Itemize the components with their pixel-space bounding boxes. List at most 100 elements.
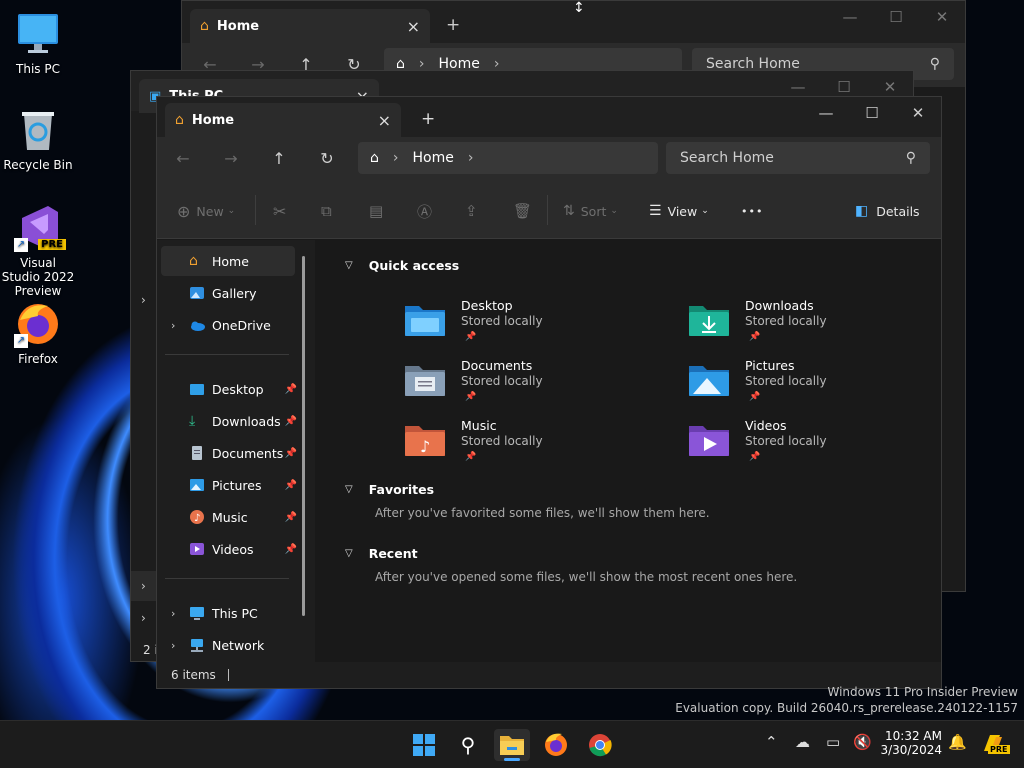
desktop-icon-this-pc[interactable]: This PC [0, 10, 76, 76]
nav-label: Downloads [212, 413, 281, 429]
section-quick-access[interactable]: ▽ Quick access [345, 258, 459, 273]
section-title: Quick access [368, 258, 460, 273]
notification-bell-icon[interactable]: 🔔 [948, 733, 967, 751]
view-button[interactable]: ☰ View ⌄ [649, 201, 709, 221]
pin-icon: 📌 [749, 452, 761, 462]
chevron-right-icon[interactable]: › [171, 319, 175, 332]
taskbar-file-explorer[interactable] [494, 729, 530, 761]
tab-home[interactable]: ⌂ Home × [165, 103, 401, 137]
volume-muted-icon[interactable]: 🔇 [853, 733, 872, 751]
quick-access-item[interactable]: Videos Stored locally 📌 [687, 418, 947, 474]
sort-label: Sort [580, 203, 607, 219]
minimize-icon[interactable]: — [775, 78, 821, 96]
firefox-icon: ↗ [14, 300, 62, 348]
visual-studio-icon: PRE ↗ [14, 204, 66, 252]
chevron-up-icon[interactable]: ⌃ [765, 733, 778, 751]
maximize-icon[interactable]: ☐ [821, 78, 867, 96]
breadcrumb-home[interactable]: Home [413, 150, 454, 166]
up-arrow-icon[interactable]: ↑ [269, 149, 289, 169]
share-icon[interactable]: ⇪ [465, 201, 478, 221]
nav-item-pictures[interactable]: Pictures 📌 [161, 470, 297, 500]
taskbar-chrome[interactable] [582, 729, 618, 761]
pictures-folder-icon [687, 362, 731, 398]
close-icon[interactable]: ✕ [895, 104, 941, 122]
item-location: Stored locally [745, 314, 827, 328]
desktop-folder-icon [189, 381, 205, 397]
paste-icon[interactable]: ▤ [369, 201, 383, 221]
details-button[interactable]: ◧ Details [855, 201, 920, 221]
nav-item-documents[interactable]: Documents 📌 [161, 438, 297, 468]
search-icon: ⚲ [929, 56, 940, 72]
chevron-right-icon[interactable]: › [171, 639, 175, 652]
tab-label: Home [216, 18, 260, 34]
nav-item-onedrive[interactable]: › OneDrive [161, 310, 295, 340]
cut-icon[interactable]: ✂ [273, 201, 286, 221]
search-input[interactable]: Search Home ⚲ [666, 142, 930, 174]
plus-circle-icon: ⊕ [177, 201, 191, 221]
nav-item-desktop[interactable]: Desktop 📌 [161, 374, 297, 404]
nav-item-downloads[interactable]: ⤓ Downloads 📌 [161, 406, 297, 436]
rename-icon[interactable]: Ⓐ [417, 201, 432, 221]
tab-home-back[interactable]: ⌂ Home × [190, 9, 430, 43]
pin-icon: 📌 [284, 479, 297, 491]
maximize-icon[interactable]: ☐ [849, 104, 895, 122]
quick-access-item[interactable]: ♪ Music Stored locally 📌 [403, 418, 663, 474]
search-icon[interactable]: ⚲ [450, 729, 486, 761]
nav-item-this-pc[interactable]: › This PC [161, 598, 295, 628]
back-arrow-icon[interactable]: ← [173, 149, 193, 169]
cloud-offline-icon[interactable]: ☁ [795, 733, 810, 751]
more-options-button[interactable]: ••• [741, 201, 763, 221]
refresh-icon[interactable]: ↻ [317, 149, 337, 169]
desktop-icon-recycle-bin[interactable]: Recycle Bin [0, 106, 76, 172]
close-tab-icon[interactable]: × [378, 111, 391, 130]
chevron-right-icon[interactable]: › [141, 293, 146, 307]
nav-scrollbar[interactable] [302, 256, 305, 616]
gallery-icon [189, 285, 205, 301]
close-icon[interactable]: ✕ [867, 78, 913, 96]
copy-icon[interactable]: ⧉ [321, 201, 332, 221]
clock[interactable]: 10:32 AM 3/30/2024 [880, 729, 942, 757]
nav-item-music[interactable]: ♪ Music 📌 [161, 502, 297, 532]
sort-button[interactable]: ⇅ Sort ⌄ [563, 201, 618, 221]
maximize-icon[interactable]: ☐ [873, 8, 919, 26]
start-button[interactable] [406, 729, 442, 761]
taskbar-firefox[interactable] [538, 729, 574, 761]
copilot-button[interactable]: PRE [980, 731, 1010, 757]
nav-label: Gallery [212, 285, 257, 301]
navigation-pane: ⌂ Home Gallery › OneDrive Desktop 📌 ⤓ Do… [157, 240, 315, 662]
nav-label: Music [212, 509, 248, 525]
details-label: Details [876, 203, 920, 219]
nav-item-network[interactable]: › Network [161, 630, 295, 660]
item-name: Pictures [745, 358, 795, 373]
new-label: New [196, 203, 224, 219]
section-recent[interactable]: ▽ Recent [345, 546, 418, 561]
documents-folder-icon [403, 362, 447, 398]
new-tab-icon[interactable]: + [446, 15, 460, 35]
chevron-right-icon[interactable]: › [171, 607, 175, 620]
address-bar[interactable]: ⌂ › Home › [358, 142, 658, 174]
forward-arrow-icon[interactable]: → [221, 149, 241, 169]
delete-icon[interactable]: 🗑 [513, 201, 532, 221]
network-status-icon[interactable]: ▭ [826, 733, 840, 751]
section-favorites[interactable]: ▽ Favorites [345, 482, 434, 497]
quick-access-item[interactable]: Desktop Stored locally 📌 [403, 298, 663, 354]
pre-badge: PRE [988, 745, 1010, 754]
new-button[interactable]: ⊕ New ⌄ [177, 201, 235, 221]
quick-access-item[interactable]: Downloads Stored locally 📌 [687, 298, 947, 354]
item-name: Documents [461, 358, 533, 373]
nav-item-gallery[interactable]: Gallery [161, 278, 295, 308]
explorer-window: ⌂ Home × + — ☐ ✕ ← → ↑ ↻ ⌂ › Home › Sear… [156, 96, 942, 689]
quick-access-item[interactable]: Pictures Stored locally 📌 [687, 358, 947, 414]
nav-item-home[interactable]: ⌂ Home [161, 246, 295, 276]
desktop-icon-firefox[interactable]: ↗ Firefox [0, 300, 76, 366]
minimize-icon[interactable]: — [803, 104, 849, 122]
minimize-icon[interactable]: — [827, 8, 873, 26]
desktop-icon-visual-studio[interactable]: PRE ↗ Visual Studio 2022 Preview [0, 204, 76, 298]
quick-access-item[interactable]: Documents Stored locally 📌 [403, 358, 663, 414]
close-icon[interactable]: ✕ [919, 8, 965, 26]
chevron-right-icon[interactable]: › [141, 611, 146, 625]
item-location: Stored locally [461, 314, 543, 328]
close-tab-icon[interactable]: × [407, 17, 420, 36]
new-tab-icon[interactable]: + [421, 109, 435, 129]
nav-item-videos[interactable]: Videos 📌 [161, 534, 297, 564]
